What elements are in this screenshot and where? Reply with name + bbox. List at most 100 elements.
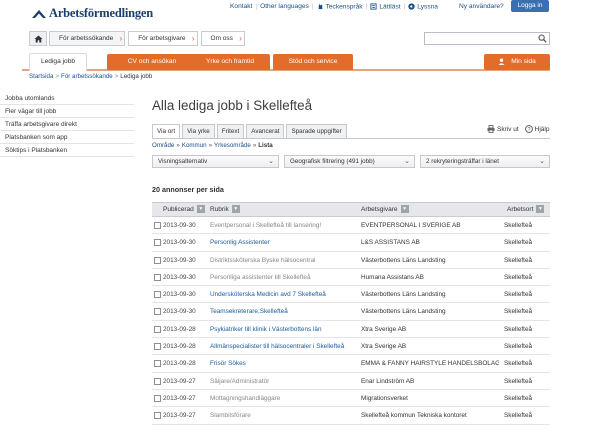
table-row[interactable]: 2013-09-27 Säljare/Administratör Enar Lind…: [152, 373, 550, 390]
print-link[interactable]: Skriv ut: [487, 125, 519, 133]
nav-stod-och-service[interactable]: Stöd och service: [273, 54, 353, 70]
row-checkbox[interactable]: [154, 360, 161, 368]
table-row[interactable]: 2013-09-30 Eventpersonal i Skellefteå til…: [152, 217, 550, 235]
col-title[interactable]: Rubrik ▾: [210, 203, 240, 217]
table-row[interactable]: 2013-09-30 Personliga assistenter till Sk…: [152, 269, 550, 287]
row-checkbox[interactable]: [154, 412, 161, 420]
search-path-kommun[interactable]: Kommun: [182, 142, 207, 149]
table-body: 2013-09-30 Eventpersonal i Skellefteå til…: [152, 217, 550, 425]
row-employer: Västerbottens Läns Landsting: [361, 291, 446, 299]
main-nav: Lediga jobb CV och ansökan Yrke och fram…: [22, 52, 550, 71]
search-path-omrade[interactable]: Område: [152, 142, 174, 149]
nav-lediga-jobb[interactable]: Lediga jobb: [29, 53, 87, 71]
search-path-yrkesomrade[interactable]: Yrkesområde: [214, 142, 251, 149]
help-link[interactable]: ? Hjälp: [524, 125, 549, 133]
home-tab[interactable]: [29, 31, 47, 46]
login-button[interactable]: Logga in: [511, 0, 549, 12]
logo-chevron-icon: [32, 10, 46, 18]
row-checkbox[interactable]: [154, 394, 161, 402]
col-title-label: Rubrik: [210, 206, 229, 213]
table-row[interactable]: 2013-09-30 Distriktssköterska Byske hälso…: [152, 252, 550, 269]
geo-filter-dropdown[interactable]: Geografisk filtrering (491 jobb) ⌄: [284, 155, 415, 168]
table-row[interactable]: 2013-09-30 Teamsekreterare,Skellefteå Väst…: [152, 303, 550, 321]
row-title-link[interactable]: Slambilsförare: [210, 407, 360, 424]
table-row[interactable]: 2013-09-28 Allmänspecialister till hälsoc…: [152, 338, 550, 356]
tab-via-ort[interactable]: Via ort: [152, 124, 181, 139]
row-checkbox[interactable]: [154, 291, 161, 299]
my-page-button[interactable]: Min sida: [484, 54, 550, 70]
row-date: 2013-09-30: [163, 273, 196, 281]
divider: |: [311, 3, 314, 11]
row-title-link[interactable]: Undersköterska Medicin avd 7 Skellefteå: [210, 286, 360, 303]
sidebar-item-fler-vagar[interactable]: Fler vägar till jobb: [0, 105, 134, 118]
row-title-link[interactable]: Distriktssköterska Byske hälsocentral: [210, 252, 360, 269]
sidebar-item-platsbanken-app[interactable]: Platsbanken som app: [0, 131, 134, 144]
listen-link[interactable]: Lyssna: [408, 3, 438, 10]
row-checkbox[interactable]: [154, 325, 161, 333]
easy-read-icon: [370, 3, 377, 10]
row-title-link[interactable]: Mottagningshandläggare: [210, 390, 360, 407]
sign-language-label: Teckenspråk: [325, 3, 363, 11]
search-path-separator: »: [252, 142, 257, 149]
row-checkbox[interactable]: [154, 222, 161, 229]
row-checkbox[interactable]: [154, 343, 161, 351]
col-published[interactable]: Publicerad ▾: [163, 203, 205, 217]
sidebar-item-soktips[interactable]: Söktips i Platsbanken: [0, 144, 134, 157]
contact-link[interactable]: Kontakt: [230, 3, 252, 10]
row-checkbox[interactable]: [154, 377, 161, 385]
row-title-link[interactable]: Eventpersonal i Skellefteå till lanserin…: [210, 217, 360, 234]
site-search-input[interactable]: [424, 32, 550, 45]
easy-read-link[interactable]: Lättläst: [370, 3, 401, 10]
search-icon[interactable]: [538, 34, 547, 43]
row-title-link[interactable]: Psykiatriker till klinik i Västerbottens…: [210, 321, 360, 338]
tab-sparade-uppgifter[interactable]: Sparade uppgifter: [286, 124, 347, 138]
breadcrumb-for-arbetssokande[interactable]: För arbetssökande: [61, 73, 113, 80]
row-date: 2013-09-28: [163, 343, 196, 351]
recruitment-events-dropdown[interactable]: 2 rekryteringsträffar i länet ⌄: [420, 155, 550, 168]
row-title-link[interactable]: Allmänspecialister till hälsocentraler i…: [210, 338, 360, 355]
row-title-link[interactable]: Teamsekreterare,Skellefteå: [210, 303, 360, 320]
listen-label: Lyssna: [417, 3, 438, 11]
table-row[interactable]: 2013-09-27 Slambilsförare Skellefteå kommu…: [152, 407, 550, 425]
tab-about-us[interactable]: Om oss ›: [200, 31, 245, 46]
tab-via-yrke[interactable]: Via yrke: [182, 124, 215, 138]
tab-employers[interactable]: För arbetsgivare ›: [128, 31, 198, 46]
chevron-down-icon: ⌄: [404, 158, 410, 165]
nav-yrke-och-framtid[interactable]: Yrke och framtid: [190, 54, 270, 70]
table-row[interactable]: 2013-09-30 Personlig Assistenter L&S ASSIS…: [152, 234, 550, 252]
col-employer[interactable]: Arbetsgivare ▾: [361, 203, 409, 217]
display-options-dropdown[interactable]: Visningsalternativ ⌄: [152, 155, 279, 168]
chevron-down-icon: ⌄: [268, 158, 274, 165]
table-row[interactable]: 2013-09-28 Frisör Sökes EMMA & FANNY HAIRS…: [152, 355, 550, 373]
table-row[interactable]: 2013-09-28 Psykiatriker till klinik i Väs…: [152, 321, 550, 339]
chevron-right-icon: ›: [191, 34, 195, 43]
row-title-link[interactable]: Personlig Assistenter: [210, 234, 360, 251]
row-checkbox[interactable]: [154, 273, 161, 281]
row-title-link[interactable]: Säljare/Administratör: [210, 373, 360, 390]
sidebar-item-traffa-arbetsgivare[interactable]: Träffa arbetsgivare direkt: [0, 118, 134, 131]
row-date: 2013-09-30: [163, 308, 196, 316]
tab-job-seekers[interactable]: För arbetssökande ›: [49, 31, 126, 46]
table-row[interactable]: 2013-09-30 Undersköterska Medicin avd 7 S…: [152, 286, 550, 304]
nav-cv-och-ansokan[interactable]: CV och ansökan: [107, 54, 197, 70]
row-location: Skellefteå: [504, 222, 533, 229]
sort-icon: ▾: [536, 205, 545, 214]
row-checkbox[interactable]: [154, 256, 161, 264]
divider: |: [365, 3, 368, 11]
new-user-link[interactable]: Ny användare?: [459, 3, 504, 10]
page-title: Alla lediga jobb i Skellefteå: [152, 98, 313, 113]
sign-language-link[interactable]: Teckenspråk: [317, 3, 363, 10]
row-checkbox[interactable]: [154, 308, 161, 316]
row-date: 2013-09-30: [163, 291, 196, 299]
col-location[interactable]: Arbetsort ▾: [507, 203, 545, 217]
breadcrumb-startsida[interactable]: Startsida: [29, 73, 53, 80]
row-title-link[interactable]: Personliga assistenter till Skellefteå: [210, 269, 360, 286]
row-title-link[interactable]: Frisör Sökes: [210, 355, 360, 372]
sidebar-item-jobba-utomlands[interactable]: Jobba utomlands: [0, 92, 134, 105]
logo[interactable]: Arbetsförmedlingen: [31, 6, 153, 21]
tab-fritext[interactable]: Fritext: [216, 124, 245, 138]
other-languages-link[interactable]: Other languages: [260, 3, 309, 10]
row-checkbox[interactable]: [154, 239, 161, 247]
tab-avancerat[interactable]: Avancerat: [246, 124, 285, 138]
table-row[interactable]: 2013-09-27 Mottagningshandläggare Migratio…: [152, 390, 550, 408]
